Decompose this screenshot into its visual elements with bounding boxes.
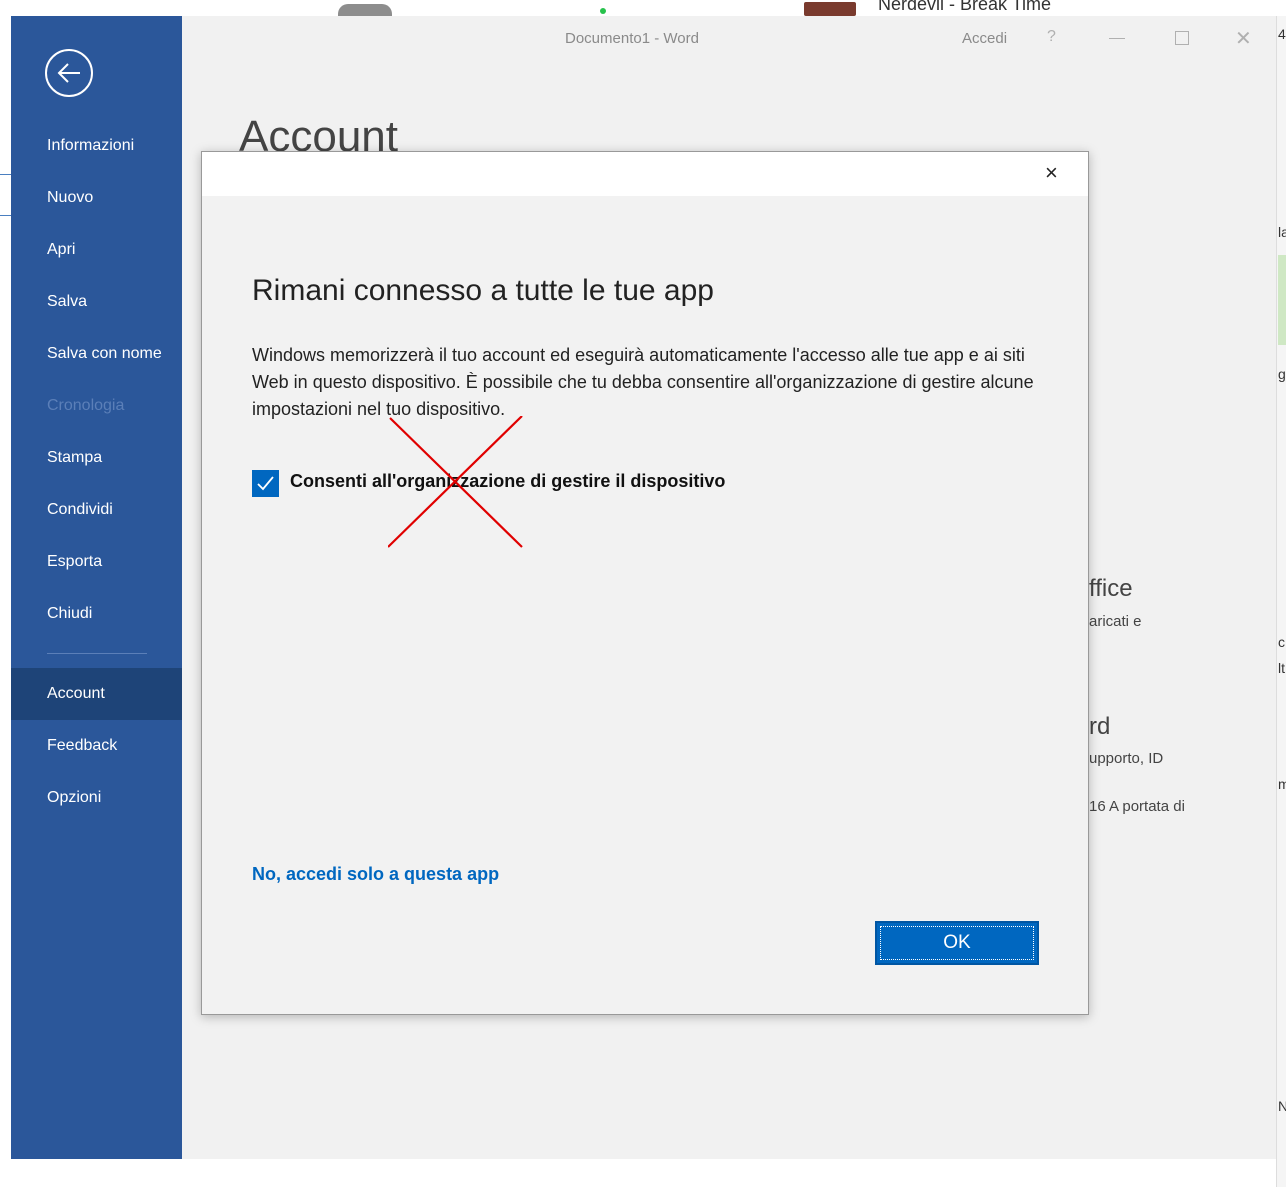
product-text-partial: 16 A portata di — [1089, 798, 1185, 815]
background-right-text: N — [1278, 1098, 1286, 1114]
nav-divider — [47, 653, 147, 654]
background-right-text: lt — [1278, 660, 1285, 676]
background-right-text: 4 — [1278, 26, 1286, 42]
background-window-title: Nerdevil - Break Time — [878, 0, 1052, 14]
nav-item-cronologia: Cronologia — [47, 397, 125, 414]
background-right-highlight — [1278, 255, 1286, 345]
product-text-partial: aricati e — [1089, 613, 1142, 630]
product-heading-partial: ffice — [1089, 575, 1133, 602]
background-avatar — [338, 4, 392, 16]
nav-item-feedback[interactable]: Feedback — [11, 720, 182, 772]
background-divider — [0, 174, 11, 175]
background-right-text: c — [1278, 634, 1285, 650]
signin-link[interactable]: Accedi — [962, 30, 1007, 47]
nav-item-account[interactable]: Account — [11, 668, 182, 720]
background-right-text: m — [1278, 776, 1286, 792]
nav-item-salva-con-nome[interactable]: Salva con nome — [11, 328, 182, 380]
backstage-nav: Informazioni Nuovo Apri Salva Salva con … — [11, 16, 182, 1159]
checkmark-icon — [257, 476, 274, 491]
window-title: Documento1 - Word — [565, 30, 699, 47]
back-arrow-icon — [57, 63, 80, 83]
nav-item-condividi[interactable]: Condividi — [11, 484, 182, 536]
background-thumbnail — [804, 2, 856, 16]
dialog-body: Windows memorizzerà il tuo account ed es… — [252, 345, 1034, 419]
product-text-partial: upporto, ID — [1089, 750, 1164, 767]
background-right-text: g — [1278, 366, 1286, 382]
nav-item-esporta[interactable]: Esporta — [11, 536, 182, 588]
help-icon[interactable]: ? — [1047, 28, 1056, 46]
stay-signed-in-dialog: × Rimani connesso a tutte le tue app Win… — [201, 151, 1089, 1015]
online-status-dot — [600, 8, 606, 14]
maximize-icon[interactable] — [1175, 31, 1189, 45]
background-right-edge — [1276, 16, 1286, 1187]
close-window-icon[interactable]: ✕ — [1235, 26, 1252, 51]
nav-item-salva[interactable]: Salva — [11, 276, 182, 328]
dialog-title: Rimani connesso a tutte le tue app — [252, 274, 714, 307]
nav-item-stampa[interactable]: Stampa — [11, 432, 182, 484]
red-cross-annotation-icon — [388, 416, 523, 548]
sign-in-this-app-only-link[interactable]: No, accedi solo a questa app — [252, 864, 499, 885]
minimize-icon[interactable] — [1109, 38, 1125, 39]
background-left-edge — [0, 16, 11, 1187]
ok-button[interactable]: OK — [875, 921, 1039, 965]
nav-item-opzioni[interactable]: Opzioni — [11, 772, 182, 824]
product-heading-partial: rd — [1089, 713, 1111, 740]
background-window-strip — [0, 0, 1286, 17]
nav-item-informazioni[interactable]: Informazioni — [11, 120, 182, 172]
back-button[interactable] — [45, 49, 93, 97]
background-divider — [0, 215, 11, 216]
nav-item-nuovo[interactable]: Nuovo — [11, 172, 182, 224]
background-right-text: la — [1278, 224, 1286, 240]
close-icon[interactable]: × — [1045, 160, 1058, 186]
nav-item-apri[interactable]: Apri — [11, 224, 182, 276]
nav-item-chiudi[interactable]: Chiudi — [11, 588, 182, 640]
dialog-header: × — [202, 152, 1088, 196]
manage-device-checkbox[interactable] — [252, 470, 279, 497]
